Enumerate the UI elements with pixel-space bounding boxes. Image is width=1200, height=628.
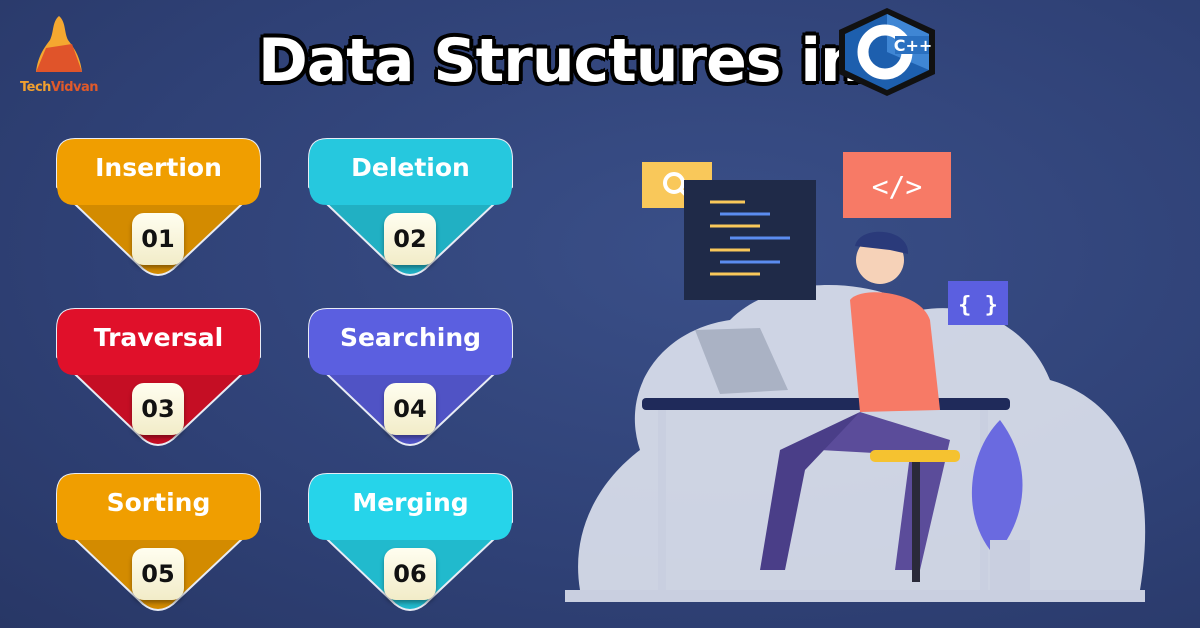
- brand-name: TechVidvan: [19, 80, 99, 95]
- operation-card-searching: Searching 04: [307, 307, 514, 447]
- cpp-logo: C++: [835, 6, 939, 102]
- operation-card-traversal: Traversal 03: [55, 307, 262, 447]
- svg-text:</>: </>: [872, 170, 923, 203]
- operation-label: Deletion: [351, 153, 470, 182]
- programmer-illustration: </> { }: [560, 150, 1160, 624]
- operation-number-badge: 01: [132, 213, 184, 265]
- operation-label: Merging: [352, 488, 469, 517]
- operation-number-badge: 04: [384, 383, 436, 435]
- operation-number-badge: 02: [384, 213, 436, 265]
- page-title: Data Structures in: [258, 26, 863, 96]
- operation-card-insertion: Insertion 01: [55, 137, 262, 277]
- meditating-figure-icon: [36, 16, 82, 72]
- operation-number-badge: 06: [384, 548, 436, 600]
- svg-text:C++: C++: [894, 36, 933, 55]
- operation-card-deletion: Deletion 02: [307, 137, 514, 277]
- operation-label: Insertion: [95, 153, 222, 182]
- techvidvan-logo: TechVidvan: [14, 14, 104, 95]
- operation-label: Sorting: [106, 488, 211, 517]
- svg-text:{ }: { }: [958, 293, 998, 318]
- operation-card-sorting: Sorting 05: [55, 472, 262, 612]
- operation-card-merging: Merging 06: [307, 472, 514, 612]
- operation-number-badge: 03: [132, 383, 184, 435]
- operation-label: Searching: [339, 323, 482, 352]
- operation-number-badge: 05: [132, 548, 184, 600]
- operation-label: Traversal: [93, 323, 224, 352]
